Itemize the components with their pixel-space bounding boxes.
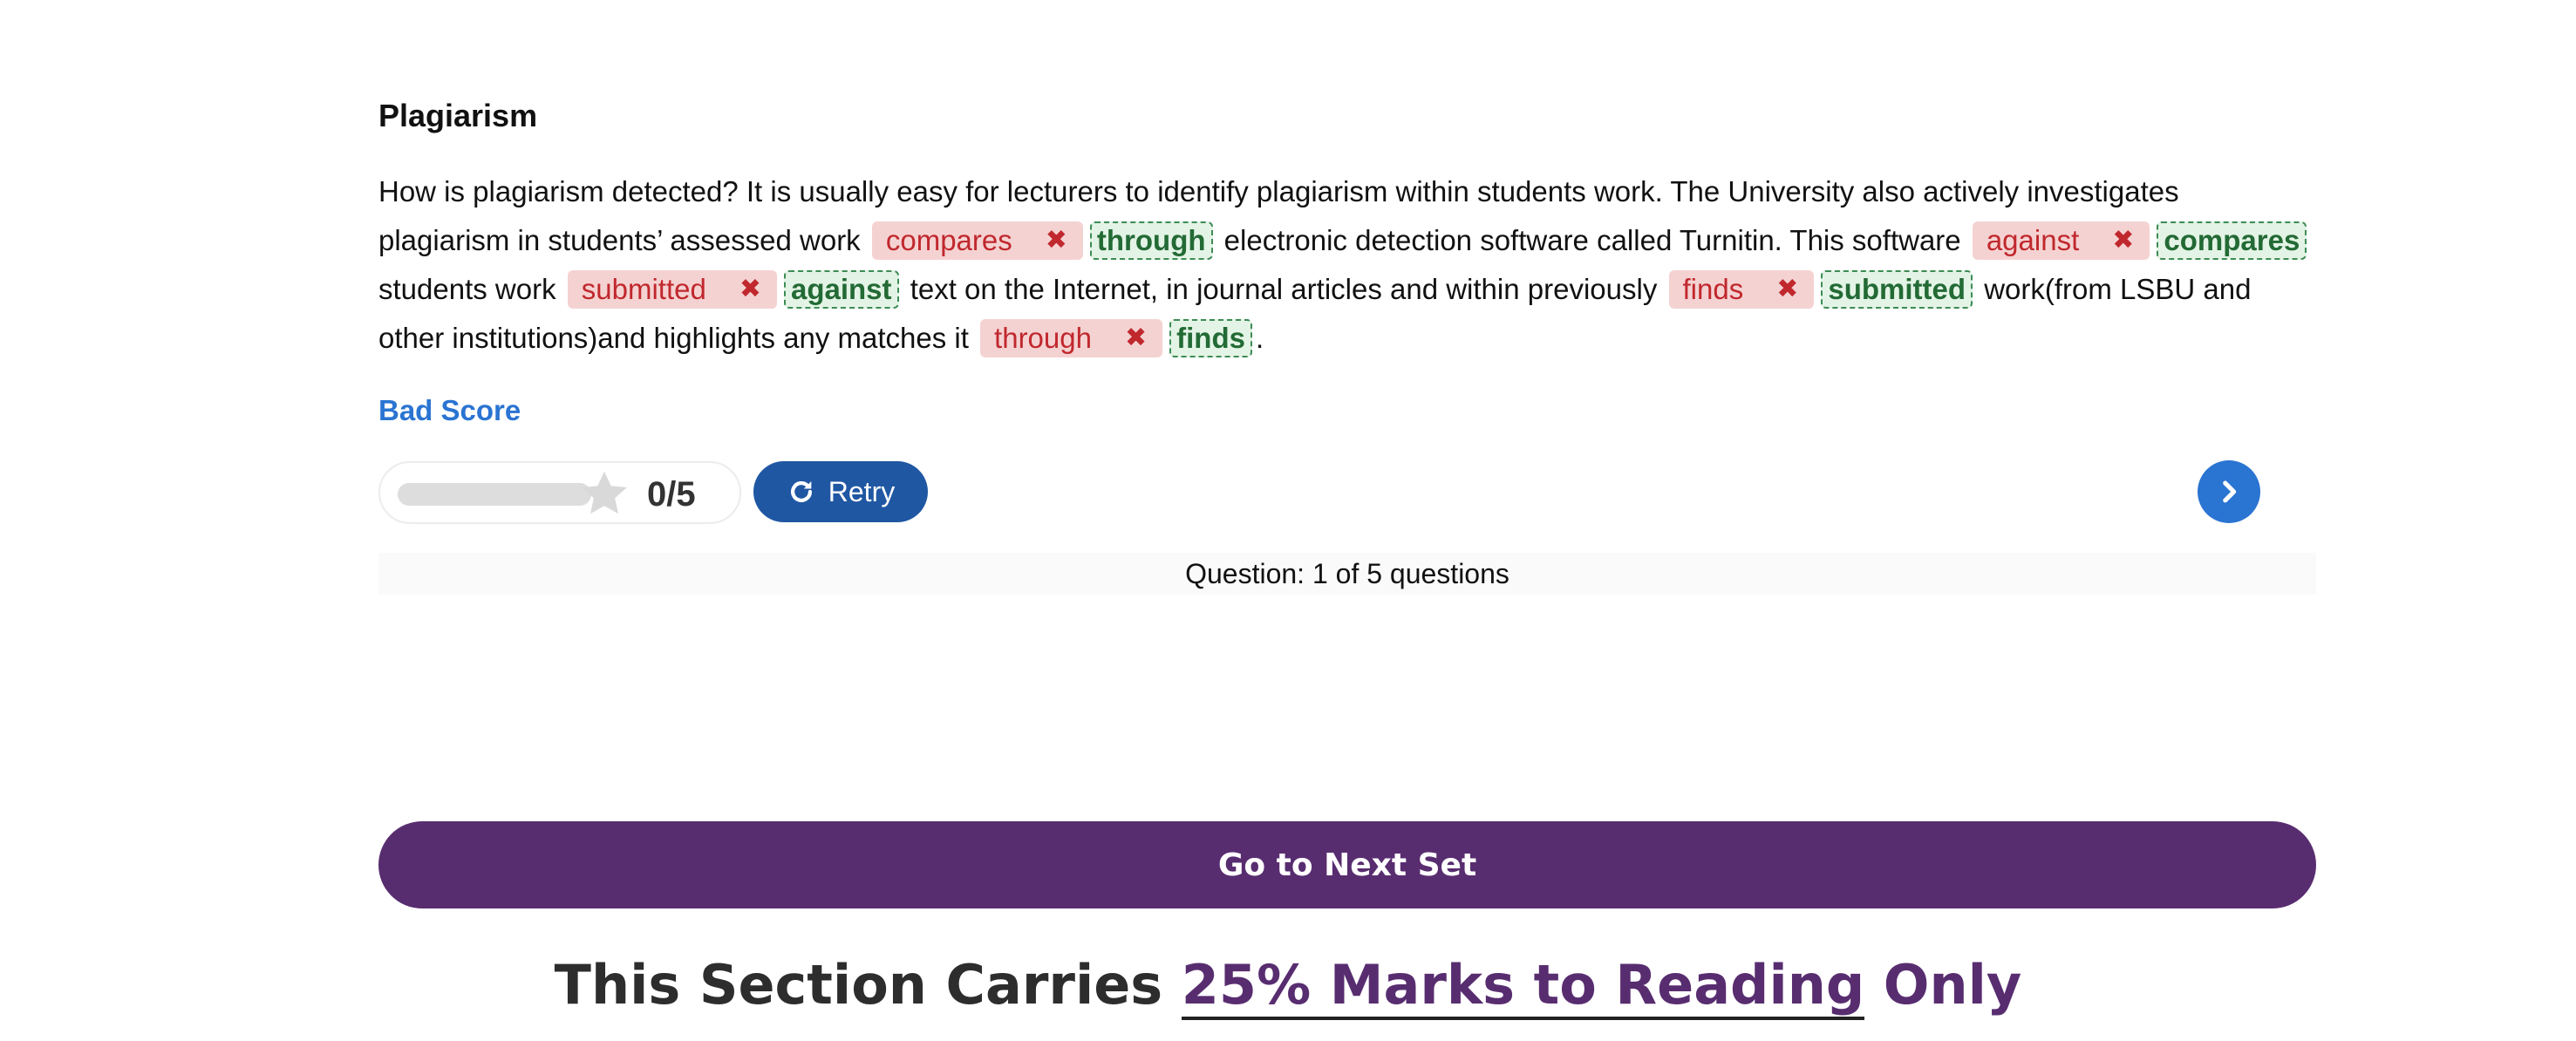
section-note-highlight: 25% Marks to Reading	[1181, 953, 1865, 1020]
star-icon	[582, 471, 627, 514]
wrong-answer-chip[interactable]: compares ✖	[871, 221, 1083, 261]
wrong-answer-chip[interactable]: finds ✖	[1668, 270, 1815, 310]
correct-answer-chip: through	[1089, 221, 1213, 261]
correct-answer-chip: finds	[1169, 319, 1252, 358]
cross-icon: ✖	[739, 275, 761, 304]
section-note-before: This Section Carries	[554, 953, 1182, 1017]
page: Plagiarism How is plagiarism detected? I…	[0, 0, 2576, 1041]
wrong-answer-chip[interactable]: through ✖	[980, 319, 1163, 358]
section-note-after: Only	[1864, 953, 2022, 1017]
retry-button[interactable]: Retry	[753, 461, 928, 522]
passage-text: How is plagiarism detected? It is usuall…	[378, 167, 2314, 363]
cross-icon: ✖	[1045, 226, 1067, 255]
wrong-answer-text: finds	[1682, 273, 1744, 306]
passage-segment: .	[1255, 322, 1264, 354]
correct-answer-chip: submitted	[1821, 270, 1973, 310]
chevron-right-icon	[2223, 480, 2237, 503]
wrong-answer-text: compares	[885, 224, 1012, 257]
passage-segment: text on the Internet, in journal article…	[902, 273, 1666, 305]
wrong-answer-chip[interactable]: submitted ✖	[567, 270, 777, 310]
passage-segment: students work	[378, 273, 564, 305]
go-to-next-set-button[interactable]: Go to Next Set	[378, 821, 2316, 908]
correct-answer-chip: compares	[2157, 221, 2307, 261]
cross-icon: ✖	[1776, 275, 1799, 304]
score-value: 0/5	[647, 475, 696, 514]
wrong-answer-chip[interactable]: against ✖	[1972, 221, 2150, 261]
cross-icon: ✖	[2112, 226, 2135, 255]
cross-icon: ✖	[1124, 323, 1148, 353]
exercise-title: Plagiarism	[378, 98, 538, 133]
passage-segment: electronic detection software called Tur…	[1216, 224, 1969, 256]
retry-label: Retry	[828, 475, 896, 507]
next-question-button[interactable]	[2198, 460, 2260, 523]
question-counter: Question: 1 of 5 questions	[378, 553, 2316, 595]
section-note: This Section Carries 25% Marks to Readin…	[0, 950, 2576, 1020]
score-progress: 0/5	[378, 461, 741, 524]
score-label: Bad Score	[378, 394, 521, 426]
correct-answer-chip: against	[783, 270, 899, 310]
wrong-answer-text: against	[1986, 224, 2080, 257]
wrong-answer-text: submitted	[581, 273, 706, 306]
progress-track	[398, 483, 591, 506]
rotate-right-icon	[790, 480, 812, 503]
wrong-answer-text: through	[994, 322, 1092, 355]
